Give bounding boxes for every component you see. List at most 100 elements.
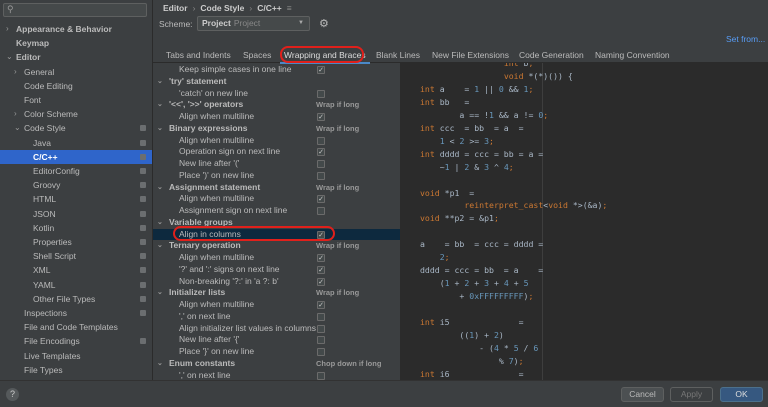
option-group[interactable]: ⌄ 'try' statement: [153, 76, 400, 88]
option-group[interactable]: ⌄ Assignment statement Wrap if long: [153, 182, 400, 194]
option-value-dropdown[interactable]: Wrap if long: [316, 99, 359, 111]
sidebar-item[interactable]: HTML: [0, 192, 152, 206]
tab-new-file-extensions[interactable]: New File Extensions: [432, 50, 509, 60]
sidebar-item[interactable]: Code Editing: [0, 79, 152, 93]
chevron-down-icon[interactable]: ⌄: [157, 240, 163, 252]
sidebar-item[interactable]: › General: [0, 65, 152, 79]
sidebar-item[interactable]: C/C++: [0, 149, 152, 164]
help-button[interactable]: ?: [6, 388, 19, 401]
chevron-down-icon[interactable]: ⌄: [14, 121, 21, 135]
option-row[interactable]: Assignment sign on next line: [153, 205, 400, 217]
option-checkbox[interactable]: ✓: [317, 66, 325, 74]
tab-tabs-and-indents[interactable]: Tabs and Indents: [166, 50, 231, 60]
option-row[interactable]: Align when multiline: [153, 135, 400, 147]
option-value-dropdown[interactable]: Chop down if long: [316, 358, 381, 370]
option-row[interactable]: Align when multiline ✓: [153, 193, 400, 205]
option-value-dropdown[interactable]: Wrap if long: [316, 182, 359, 194]
option-group[interactable]: ⌄ Ternary operation Wrap if long: [153, 240, 400, 252]
option-checkbox[interactable]: ✓: [317, 277, 325, 286]
tab-blank-lines[interactable]: Blank Lines: [376, 50, 420, 60]
chevron-down-icon[interactable]: ⌄: [157, 123, 163, 135]
chevron-right-icon[interactable]: ›: [14, 65, 17, 79]
chevron-down-icon[interactable]: ⌄: [157, 217, 163, 229]
option-checkbox[interactable]: ✓: [317, 301, 325, 309]
chevron-down-icon[interactable]: ⌄: [157, 76, 163, 88]
tab-code-generation[interactable]: Code Generation: [519, 50, 584, 60]
sidebar-item[interactable]: Font: [0, 93, 152, 107]
option-checkbox[interactable]: [317, 348, 325, 356]
option-row[interactable]: New line after '{': [153, 334, 400, 346]
sidebar-item[interactable]: XML: [0, 263, 152, 277]
option-checkbox[interactable]: ✓: [317, 148, 325, 157]
option-checkbox[interactable]: ✓: [317, 254, 325, 262]
search-input[interactable]: ⚲: [3, 3, 147, 17]
chevron-down-icon[interactable]: ⌄: [157, 182, 163, 194]
option-row[interactable]: Non-breaking '?:' in 'a ?: b' ✓: [153, 276, 400, 288]
chevron-down-icon[interactable]: ⌄: [157, 99, 163, 111]
option-value-dropdown[interactable]: Wrap if long: [316, 123, 359, 135]
option-checkbox[interactable]: [317, 171, 325, 180]
option-row[interactable]: Keep simple cases in one line ✓: [153, 64, 400, 76]
option-group[interactable]: ⌄ Binary expressions Wrap if long: [153, 123, 400, 135]
option-row[interactable]: Align initializer list values in columns: [153, 323, 400, 335]
sidebar-item[interactable]: File Encodings: [0, 334, 152, 348]
option-group[interactable]: ⌄ Enum constants Chop down if long: [153, 358, 400, 370]
chevron-down-icon[interactable]: ⌄: [157, 358, 163, 370]
sidebar-item[interactable]: File and Code Templates: [0, 320, 152, 334]
gear-icon[interactable]: ⚙: [319, 17, 329, 30]
sidebar-item[interactable]: Shell Script: [0, 249, 152, 263]
chevron-right-icon[interactable]: ›: [14, 107, 17, 121]
option-checkbox[interactable]: [317, 371, 325, 380]
option-value-dropdown[interactable]: Wrap if long: [316, 287, 359, 299]
sidebar-item[interactable]: EditorConfig: [0, 164, 152, 178]
menu-icon[interactable]: ≡: [287, 3, 292, 13]
sidebar-item[interactable]: Kotlin: [0, 221, 152, 235]
apply-button[interactable]: Apply: [670, 387, 713, 402]
option-row[interactable]: Place ')' on new line: [153, 170, 400, 182]
option-row[interactable]: Align when multiline ✓: [153, 252, 400, 264]
option-checkbox[interactable]: [317, 312, 325, 321]
breadcrumb-item[interactable]: Editor: [163, 3, 188, 13]
option-row[interactable]: ',' on next line: [153, 370, 400, 381]
option-group[interactable]: ⌄ Initializer lists Wrap if long: [153, 287, 400, 299]
sidebar-item[interactable]: Java: [0, 136, 152, 150]
sidebar-item[interactable]: › Appearance & Behavior: [0, 22, 152, 36]
sidebar-item[interactable]: ⌄ Editor: [0, 50, 152, 64]
option-checkbox[interactable]: ✓: [317, 113, 325, 121]
option-checkbox[interactable]: [317, 136, 325, 145]
sidebar-item[interactable]: Groovy: [0, 178, 152, 192]
chevron-down-icon[interactable]: ⌄: [157, 287, 163, 299]
option-group[interactable]: ⌄ '<<', '>>' operators Wrap if long: [153, 99, 400, 111]
sidebar-item[interactable]: ⌄ Code Style: [0, 121, 152, 135]
sidebar-item[interactable]: Inspections: [0, 306, 152, 320]
option-checkbox[interactable]: ✓: [317, 265, 325, 274]
option-checkbox[interactable]: [317, 160, 325, 168]
option-checkbox[interactable]: [317, 89, 325, 98]
sidebar-item[interactable]: JSON: [0, 207, 152, 221]
breadcrumb-item[interactable]: Code Style: [200, 3, 244, 13]
sidebar-item[interactable]: Properties: [0, 235, 152, 249]
tab-spaces[interactable]: Spaces: [243, 50, 271, 60]
sidebar-item[interactable]: YAML: [0, 278, 152, 292]
sidebar-item[interactable]: Keymap: [0, 36, 152, 50]
sidebar-item[interactable]: › Color Scheme: [0, 107, 152, 121]
option-row[interactable]: Align when multiline ✓: [153, 299, 400, 311]
sidebar-item[interactable]: Other File Types: [0, 292, 152, 306]
scheme-dropdown[interactable]: Project Project ▼: [197, 16, 310, 31]
option-row[interactable]: Align when multiline ✓: [153, 111, 400, 123]
option-checkbox[interactable]: [317, 207, 325, 215]
option-row[interactable]: Operation sign on next line ✓: [153, 146, 400, 158]
set-from-link[interactable]: Set from...: [726, 34, 765, 44]
option-row[interactable]: Place '}' on new line: [153, 346, 400, 358]
sidebar-item[interactable]: File Types: [0, 363, 152, 377]
option-row[interactable]: '?' and ':' signs on next line ✓: [153, 264, 400, 276]
sidebar-item[interactable]: Live Templates: [0, 349, 152, 363]
chevron-down-icon[interactable]: ⌄: [6, 50, 13, 64]
option-checkbox[interactable]: [317, 324, 325, 333]
ok-button[interactable]: OK: [720, 387, 763, 402]
option-row[interactable]: ',' on next line: [153, 311, 400, 323]
tab-naming-convention[interactable]: Naming Convention: [595, 50, 670, 60]
option-row[interactable]: New line after '(': [153, 158, 400, 170]
option-checkbox[interactable]: [317, 336, 325, 345]
chevron-right-icon[interactable]: ›: [6, 22, 9, 36]
